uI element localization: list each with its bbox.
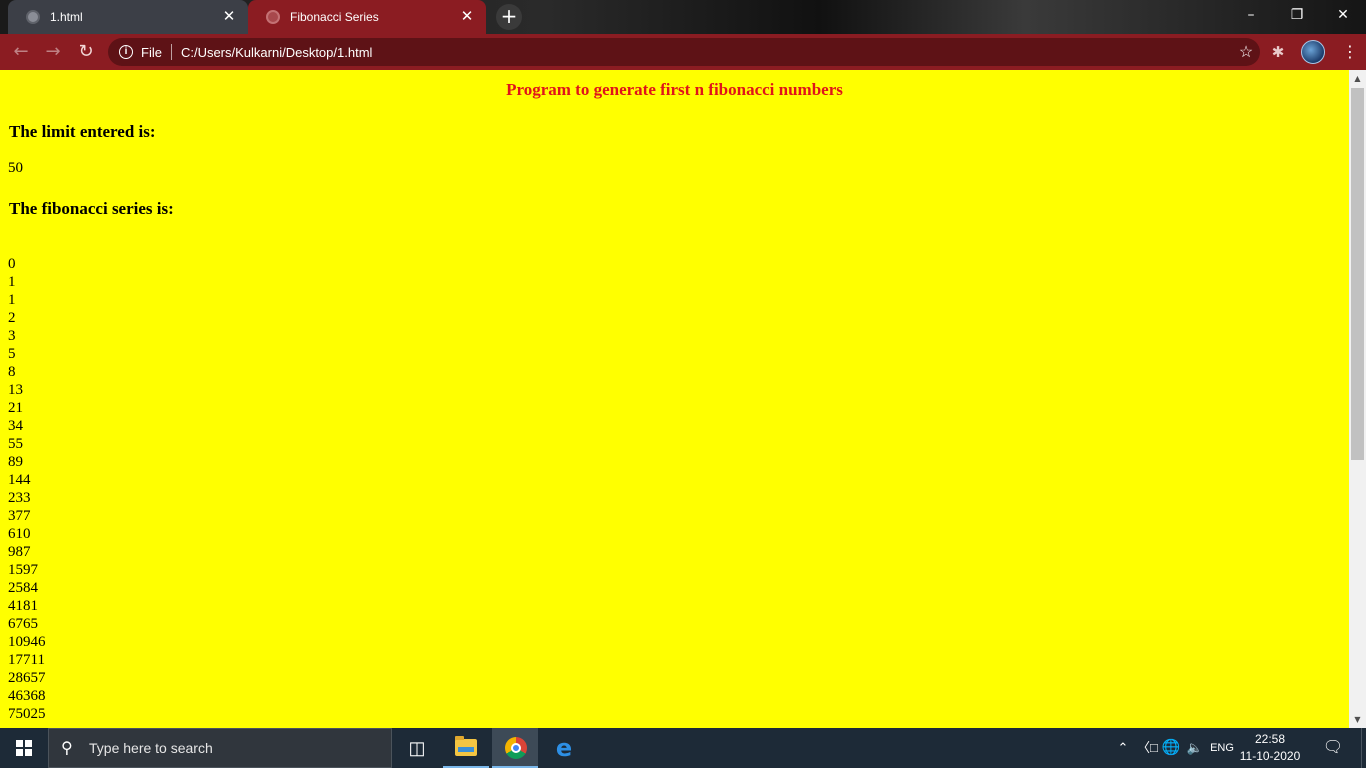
search-icon: ⚲ <box>61 740 73 757</box>
reload-icon[interactable]: ↻ <box>74 40 98 64</box>
show-desktop-button[interactable] <box>1361 728 1366 768</box>
divider <box>170 44 172 60</box>
file-explorer-icon[interactable] <box>443 728 489 768</box>
network-globe-icon[interactable]: 🌐 <box>1161 728 1181 768</box>
series-item: 55 <box>8 436 23 452</box>
start-button[interactable] <box>0 728 48 768</box>
limit-heading: The limit entered is: <box>9 122 156 141</box>
new-tab-button[interactable]: + <box>496 4 522 30</box>
series-item: 10946 <box>8 634 46 650</box>
series-item: 75025 <box>8 706 46 722</box>
series-item: 4181 <box>8 598 38 614</box>
series-item: 2 <box>8 310 16 326</box>
kebab-menu-icon[interactable]: ⋮ <box>1340 40 1360 64</box>
extensions-puzzle-icon[interactable]: ✱ <box>1268 42 1288 62</box>
series-item: 5 <box>8 346 16 362</box>
series-item: 8 <box>8 364 16 380</box>
profile-avatar[interactable] <box>1301 40 1325 64</box>
tab-1-html[interactable]: 1.html ✕ <box>8 0 248 34</box>
info-icon[interactable]: i <box>119 45 133 59</box>
minimize-icon[interactable]: – <box>1228 0 1274 30</box>
browser-toolbar: ← → ↻ i File C:/Users/Kulkarni/Desktop/1… <box>0 34 1366 70</box>
page-viewport: Program to generate first n fibonacci nu… <box>0 70 1349 728</box>
edge-icon[interactable]: e <box>541 728 587 768</box>
series-item: 21 <box>8 400 23 416</box>
scroll-up-arrow-icon[interactable]: ▲ <box>1349 70 1366 87</box>
system-clock[interactable]: 22:58 11-10-2020 <box>1238 731 1302 765</box>
fibonacci-series-list: 0 1 1 2 3 5 8 13 21 34 55 89 144 233 377 610 987 1597 2584… <box>8 255 46 723</box>
search-placeholder: Type here to search <box>89 740 213 756</box>
chrome-logo-icon <box>505 737 527 759</box>
series-item: 1 <box>8 292 16 308</box>
bookmark-star-icon[interactable]: ☆ <box>1232 42 1260 62</box>
limit-value: 50 <box>8 160 23 176</box>
edge-logo-icon: e <box>555 734 573 762</box>
volume-icon[interactable]: 🔈 <box>1184 728 1206 768</box>
series-item: 6765 <box>8 616 38 632</box>
series-item: 17711 <box>8 652 45 668</box>
series-item: 0 <box>8 256 16 272</box>
vertical-scrollbar[interactable]: ▲ ▼ <box>1349 70 1366 728</box>
windows-logo-icon <box>16 740 32 756</box>
series-item: 144 <box>8 472 31 488</box>
series-item: 3 <box>8 328 16 344</box>
browser-title-bar: 1.html ✕ Fibonacci Series ✕ + – ❐ ✕ <box>0 0 1366 34</box>
chrome-icon[interactable] <box>492 728 538 768</box>
page-title: Program to generate first n fibonacci nu… <box>506 80 843 99</box>
series-item: 2584 <box>8 580 38 596</box>
tab-fibonacci-series[interactable]: Fibonacci Series ✕ <box>248 0 486 34</box>
clock-time: 22:58 <box>1254 732 1286 746</box>
series-item: 13 <box>8 382 23 398</box>
close-tab-icon[interactable]: ✕ <box>458 8 476 26</box>
folder-icon <box>455 736 477 756</box>
close-window-icon[interactable]: ✕ <box>1320 0 1366 30</box>
language-indicator[interactable]: ENG <box>1208 728 1236 768</box>
forward-arrow-icon[interactable]: → <box>41 40 65 64</box>
clock-date: 11-10-2020 <box>1239 749 1301 763</box>
restore-icon[interactable]: ❐ <box>1274 0 1320 30</box>
back-arrow-icon[interactable]: ← <box>9 40 33 64</box>
task-view-icon[interactable]: ◫ <box>394 728 440 768</box>
series-item: 28657 <box>8 670 46 686</box>
tab-title: 1.html <box>50 10 83 24</box>
scrollbar-thumb[interactable] <box>1351 88 1364 460</box>
series-item: 34 <box>8 418 23 434</box>
url-scheme-label: File <box>141 44 162 60</box>
url-text[interactable]: C:/Users/Kulkarni/Desktop/1.html <box>181 45 1232 60</box>
battery-plug-icon[interactable]: 〈□ <box>1137 728 1158 768</box>
series-heading: The fibonacci series is: <box>9 199 174 218</box>
series-item: 89 <box>8 454 23 470</box>
series-item: 233 <box>8 490 31 506</box>
series-item: 377 <box>8 508 31 524</box>
series-item: 46368 <box>8 688 46 704</box>
series-item: 610 <box>8 526 31 542</box>
globe-icon <box>26 10 40 24</box>
series-item: 987 <box>8 544 31 560</box>
address-bar[interactable]: i File C:/Users/Kulkarni/Desktop/1.html … <box>108 38 1260 66</box>
scroll-down-arrow-icon[interactable]: ▼ <box>1349 711 1366 728</box>
close-tab-icon[interactable]: ✕ <box>220 8 238 26</box>
series-item: 1597 <box>8 562 38 578</box>
notification-center-icon[interactable]: 🗨 <box>1316 728 1350 768</box>
taskbar-search-box[interactable]: ⚲ Type here to search <box>48 728 392 768</box>
chevron-up-icon[interactable]: ⌃ <box>1114 728 1132 768</box>
tab-title: Fibonacci Series <box>290 10 379 24</box>
globe-icon <box>266 10 280 24</box>
series-item: 1 <box>8 274 16 290</box>
windows-taskbar: ⚲ Type here to search ◫ e ⌃ 〈□ 🌐 🔈 ENG 2… <box>0 728 1366 768</box>
